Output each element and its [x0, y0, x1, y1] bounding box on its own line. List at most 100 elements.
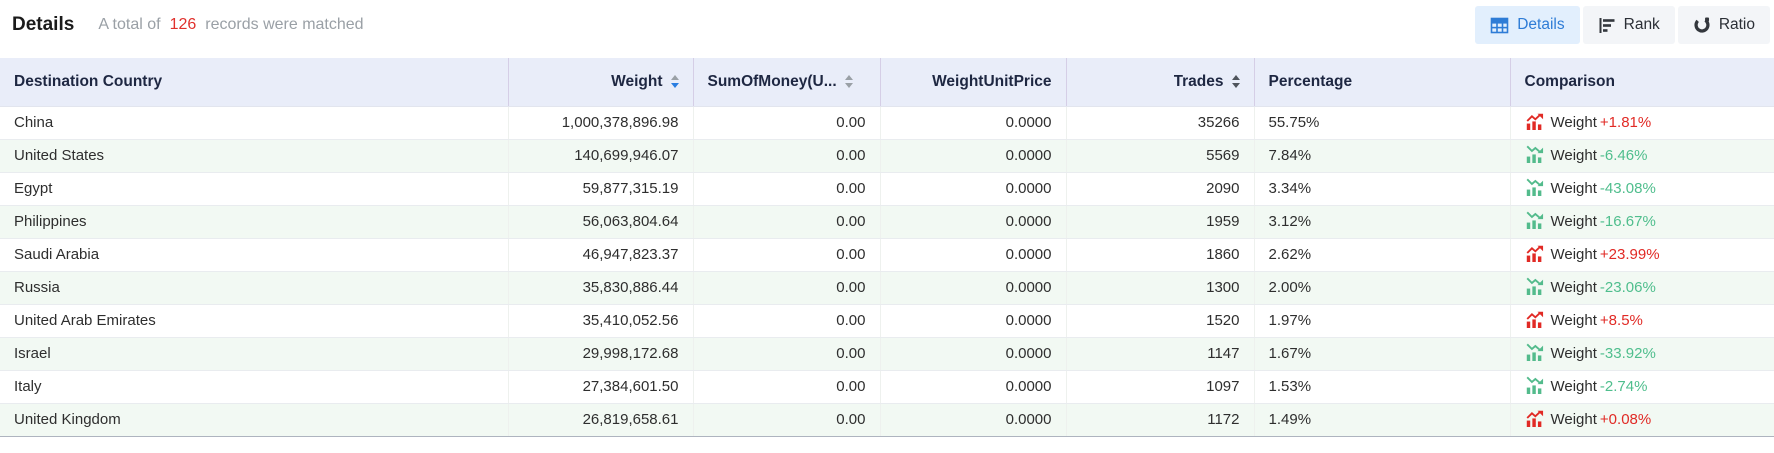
cell-comparison: Weight-16.67%: [1510, 205, 1774, 238]
cell-weight: 59,877,315.19: [508, 172, 693, 205]
weight-trend-down-icon: [1525, 376, 1544, 398]
cell-weight-unit-price: 0.0000: [880, 172, 1066, 205]
weight-trend-down-icon: [1525, 178, 1544, 200]
column-header-trades[interactable]: Trades: [1066, 58, 1254, 106]
weight-trend-up-icon: [1525, 310, 1544, 332]
table-row: United States140,699,946.070.000.0000556…: [0, 139, 1774, 172]
table-row: Italy27,384,601.500.000.000010971.53%Wei…: [0, 370, 1774, 403]
cell-sum-of-money: 0.00: [693, 139, 880, 172]
cell-destination-country: Israel: [0, 337, 508, 370]
view-switcher: Details Rank Ratio: [1475, 6, 1770, 44]
cell-weight-unit-price: 0.0000: [880, 271, 1066, 304]
cell-sum-of-money: 0.00: [693, 304, 880, 337]
cell-trades: 5569: [1066, 139, 1254, 172]
comparison-change-value: +23.99%: [1600, 246, 1660, 263]
cell-percentage: 55.75%: [1254, 106, 1510, 139]
cell-weight: 140,699,946.07: [508, 139, 693, 172]
weight-trend-down-icon: [1525, 343, 1544, 365]
cell-weight: 35,830,886.44: [508, 271, 693, 304]
column-header-percentage: Percentage: [1254, 58, 1510, 106]
cell-weight: 46,947,823.37: [508, 238, 693, 271]
cell-destination-country: United States: [0, 139, 508, 172]
table-row: United Kingdom26,819,658.610.000.0000117…: [0, 403, 1774, 436]
cell-trades: 1860: [1066, 238, 1254, 271]
weight-trend-up-icon: [1525, 112, 1544, 134]
cell-weight-unit-price: 0.0000: [880, 106, 1066, 139]
cell-percentage: 3.12%: [1254, 205, 1510, 238]
cell-comparison: Weight-33.92%: [1510, 337, 1774, 370]
cell-trades: 1147: [1066, 337, 1254, 370]
cell-percentage: 2.62%: [1254, 238, 1510, 271]
records-summary-suffix: records were matched: [205, 16, 363, 34]
cell-destination-country: Saudi Arabia: [0, 238, 508, 271]
cell-sum-of-money: 0.00: [693, 106, 880, 139]
comparison-metric-label: Weight: [1551, 411, 1597, 428]
table-icon: [1490, 17, 1509, 34]
top-bar: Details A total of 126 records were matc…: [0, 0, 1774, 50]
weight-trend-up-icon: [1525, 244, 1544, 266]
donut-chart-icon: [1693, 16, 1711, 34]
tab-details[interactable]: Details: [1475, 6, 1579, 44]
column-header-comparison: Comparison: [1510, 58, 1774, 106]
cell-destination-country: Italy: [0, 370, 508, 403]
table-row: Russia35,830,886.440.000.000013002.00%We…: [0, 271, 1774, 304]
comparison-change-value: +0.08%: [1600, 411, 1651, 428]
comparison-metric-label: Weight: [1551, 345, 1597, 362]
cell-destination-country: Philippines: [0, 205, 508, 238]
comparison-metric-label: Weight: [1551, 180, 1597, 197]
tab-ratio-label: Ratio: [1719, 16, 1755, 34]
comparison-metric-label: Weight: [1551, 279, 1597, 296]
cell-percentage: 1.97%: [1254, 304, 1510, 337]
cell-sum-of-money: 0.00: [693, 172, 880, 205]
comparison-metric-label: Weight: [1551, 246, 1597, 263]
sort-icon-trades[interactable]: [1232, 75, 1240, 88]
cell-weight: 26,819,658.61: [508, 403, 693, 436]
cell-sum-of-money: 0.00: [693, 337, 880, 370]
cell-destination-country: China: [0, 106, 508, 139]
cell-comparison: Weight+0.08%: [1510, 403, 1774, 436]
cell-trades: 1959: [1066, 205, 1254, 238]
cell-comparison: Weight-23.06%: [1510, 271, 1774, 304]
cell-percentage: 2.00%: [1254, 271, 1510, 304]
cell-comparison: Weight-6.46%: [1510, 139, 1774, 172]
comparison-metric-label: Weight: [1551, 114, 1597, 131]
table-header-row: Destination Country Weight SumOfMoney(U.…: [0, 58, 1774, 106]
cell-trades: 1097: [1066, 370, 1254, 403]
sort-icon-sum-of-money[interactable]: [845, 75, 853, 88]
cell-sum-of-money: 0.00: [693, 205, 880, 238]
comparison-change-value: -16.67%: [1600, 213, 1656, 230]
comparison-metric-label: Weight: [1551, 147, 1597, 164]
cell-weight: 56,063,804.64: [508, 205, 693, 238]
cell-weight-unit-price: 0.0000: [880, 139, 1066, 172]
comparison-change-value: -33.92%: [1600, 345, 1656, 362]
cell-sum-of-money: 0.00: [693, 238, 880, 271]
table-row: Philippines56,063,804.640.000.000019593.…: [0, 205, 1774, 238]
sort-icon-weight[interactable]: [671, 75, 679, 88]
tab-rank[interactable]: Rank: [1583, 6, 1675, 44]
weight-trend-down-icon: [1525, 277, 1544, 299]
records-summary: A total of 126 records were matched: [98, 16, 363, 34]
cell-percentage: 1.67%: [1254, 337, 1510, 370]
comparison-change-value: -2.74%: [1600, 378, 1648, 395]
table-row: Egypt59,877,315.190.000.000020903.34%Wei…: [0, 172, 1774, 205]
tab-ratio[interactable]: Ratio: [1678, 6, 1770, 44]
cell-trades: 1520: [1066, 304, 1254, 337]
records-summary-prefix: A total of: [98, 16, 160, 34]
cell-weight-unit-price: 0.0000: [880, 304, 1066, 337]
comparison-change-value: +1.81%: [1600, 114, 1651, 131]
comparison-change-value: -6.46%: [1600, 147, 1648, 164]
cell-percentage: 7.84%: [1254, 139, 1510, 172]
comparison-change-value: -43.08%: [1600, 180, 1656, 197]
cell-comparison: Weight-2.74%: [1510, 370, 1774, 403]
table-row: United Arab Emirates35,410,052.560.000.0…: [0, 304, 1774, 337]
weight-trend-down-icon: [1525, 211, 1544, 233]
comparison-metric-label: Weight: [1551, 213, 1597, 230]
cell-weight-unit-price: 0.0000: [880, 238, 1066, 271]
column-header-destination-country: Destination Country: [0, 58, 508, 106]
cell-comparison: Weight+8.5%: [1510, 304, 1774, 337]
rank-bars-icon: [1598, 17, 1616, 34]
comparison-metric-label: Weight: [1551, 312, 1597, 329]
column-header-weight[interactable]: Weight: [508, 58, 693, 106]
tab-details-label: Details: [1517, 16, 1564, 34]
column-header-sum-of-money[interactable]: SumOfMoney(U...: [693, 58, 880, 106]
